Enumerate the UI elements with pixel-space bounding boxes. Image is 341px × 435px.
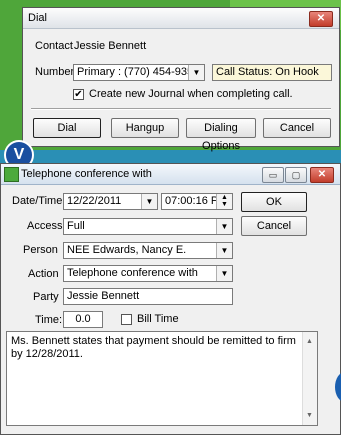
- time-amount-input[interactable]: 0.0: [63, 311, 103, 328]
- hangup-button[interactable]: Hangup: [111, 118, 179, 138]
- date-value: 12/22/2011: [67, 195, 122, 207]
- journal-window-icon: [4, 167, 19, 182]
- action-select[interactable]: Telephone conference with ▼: [63, 265, 233, 282]
- journal-checkbox[interactable]: ✔: [73, 89, 84, 100]
- bill-time-label[interactable]: Bill Time: [137, 313, 179, 325]
- scroll-down-icon[interactable]: ▼: [306, 409, 313, 422]
- dial-titlebar: Dial ✕: [23, 8, 339, 29]
- party-input[interactable]: Jessie Bennett: [63, 288, 233, 305]
- person-select[interactable]: NEE Edwards, Nancy E. ▼: [63, 242, 233, 259]
- contact-label: Contact: [35, 40, 73, 52]
- chevron-down-icon[interactable]: ▼: [188, 65, 204, 80]
- time-amount-value: 0.0: [75, 313, 91, 325]
- action-value: Telephone conference with: [67, 267, 198, 279]
- notes-text: Ms. Bennett states that payment should b…: [11, 335, 296, 360]
- time-spinner[interactable]: 07:00:16 PM ▲ ▼: [161, 193, 233, 210]
- journal-titlebar: Telephone conference with ▭ ▢ ✕: [1, 164, 340, 185]
- bill-time-checkbox[interactable]: [121, 314, 132, 325]
- maximize-icon[interactable]: ▢: [285, 167, 307, 183]
- person-value: NEE Edwards, Nancy E.: [67, 244, 187, 256]
- cancel-button[interactable]: Cancel: [263, 118, 331, 138]
- dial-close-icon[interactable]: ✕: [309, 11, 333, 27]
- contact-value: Jessie Bennett: [74, 40, 147, 52]
- call-status-box: Call Status: On Hook: [212, 64, 332, 81]
- dial-separator: [31, 108, 331, 110]
- number-select-value: Primary : (770) 454-9356: [77, 66, 200, 78]
- access-label: Access: [27, 220, 63, 232]
- notes-scrollbar[interactable]: ▲ ▼: [302, 332, 317, 425]
- calendar-dropdown-icon[interactable]: ▼: [141, 194, 157, 209]
- minimize-icon[interactable]: ▭: [262, 167, 284, 183]
- dialing-options-button[interactable]: Dialing Options: [186, 118, 256, 152]
- number-select[interactable]: Primary : (770) 454-9356 ▼: [73, 64, 205, 81]
- ok-button[interactable]: OK: [241, 192, 307, 212]
- journal-cancel-button[interactable]: Cancel: [241, 216, 307, 236]
- person-chevron-down-icon[interactable]: ▼: [216, 243, 232, 258]
- call-status-text: Call Status: On Hook: [216, 66, 319, 78]
- date-select[interactable]: 12/22/2011 ▼: [63, 193, 158, 210]
- scroll-up-icon[interactable]: ▲: [306, 335, 313, 348]
- number-label: Number: [35, 66, 75, 78]
- action-label: Action: [28, 268, 59, 280]
- journal-title: Telephone conference with: [21, 168, 152, 180]
- access-select[interactable]: Full ▼: [63, 218, 233, 235]
- party-value: Jessie Bennett: [67, 290, 140, 302]
- journal-close-icon[interactable]: ✕: [310, 167, 334, 183]
- access-chevron-down-icon[interactable]: ▼: [216, 219, 232, 234]
- party-label: Party: [33, 291, 59, 303]
- journal-check-label[interactable]: Create new Journal when completing call.: [89, 88, 293, 100]
- datetime-label: Date/Time: [12, 195, 63, 207]
- action-chevron-down-icon[interactable]: ▼: [216, 266, 232, 281]
- notes-textarea[interactable]: Ms. Bennett states that payment should b…: [6, 331, 318, 426]
- dial-title: Dial: [28, 12, 47, 24]
- access-value: Full: [67, 220, 85, 232]
- dial-dialog: Dial ✕ Contact Jessie Bennett Number Pri…: [22, 7, 340, 152]
- spinner-arrows-icon[interactable]: ▲ ▼: [216, 194, 232, 209]
- time-label: Time:: [35, 314, 63, 326]
- journal-window: Telephone conference with ▭ ▢ ✕ Date/Tim…: [0, 163, 341, 435]
- dial-button[interactable]: Dial: [33, 118, 101, 138]
- person-label: Person: [23, 244, 58, 256]
